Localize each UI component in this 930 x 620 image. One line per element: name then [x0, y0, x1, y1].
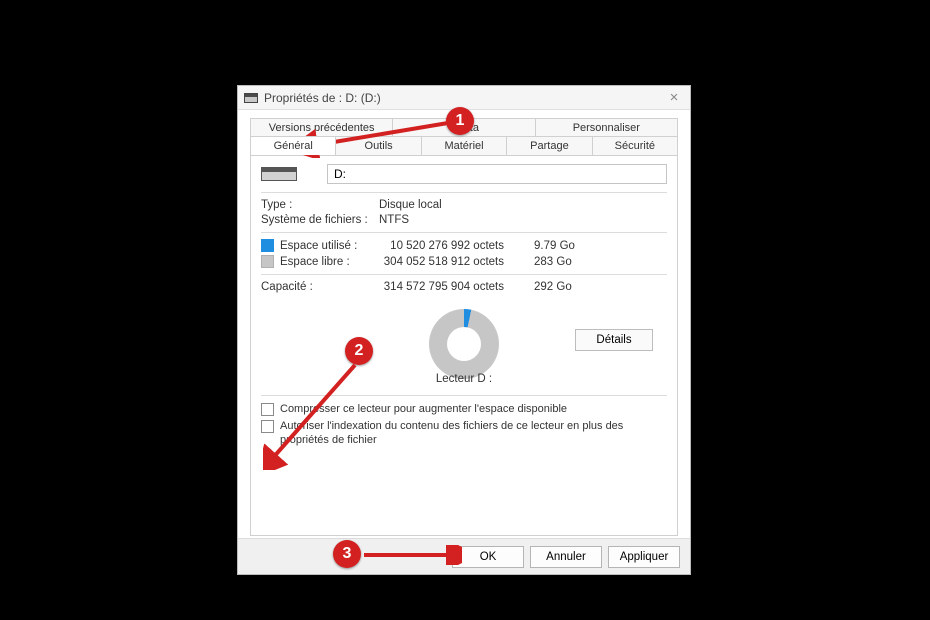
usage-pie-chart	[429, 309, 499, 379]
tab-sharing[interactable]: Partage	[507, 136, 592, 155]
tab-general[interactable]: Général	[250, 136, 336, 155]
type-value: Disque local	[379, 199, 442, 211]
free-bytes: 304 052 518 912 octets	[379, 256, 534, 268]
used-bytes: 10 520 276 992 octets	[379, 240, 534, 252]
drive-name-input[interactable]	[327, 164, 667, 184]
titlebar: Propriétés de : D: (D:) ×	[238, 86, 690, 110]
cancel-button[interactable]: Annuler	[530, 546, 602, 568]
used-swatch-icon	[261, 239, 274, 252]
free-human: 283 Go	[534, 256, 594, 268]
tab-hardware[interactable]: Matériel	[422, 136, 507, 155]
window-title: Propriétés de : D: (D:)	[264, 91, 381, 105]
tab-tools[interactable]: Outils	[336, 136, 421, 155]
drive-letter-label: Lecteur D :	[436, 373, 492, 385]
tab-quota[interactable]: Quota	[393, 118, 535, 137]
free-swatch-icon	[261, 255, 274, 268]
tab-customize[interactable]: Personnaliser	[536, 118, 678, 137]
details-button[interactable]: Détails	[575, 329, 653, 351]
index-label: Autoriser l'indexation du contenu des fi…	[280, 419, 667, 447]
tab-strip: Versions précédentes Quota Personnaliser…	[250, 118, 678, 155]
filesystem-label: Système de fichiers :	[261, 214, 379, 226]
close-icon[interactable]: ×	[664, 89, 684, 106]
compress-checkbox[interactable]	[261, 403, 274, 416]
tab-previous-versions[interactable]: Versions précédentes	[250, 118, 393, 137]
free-label: Espace libre :	[280, 256, 379, 268]
tab-panel-general: Type : Disque local Système de fichiers …	[250, 155, 678, 536]
compress-label: Compresser ce lecteur pour augmenter l'e…	[280, 402, 567, 416]
apply-button[interactable]: Appliquer	[608, 546, 680, 568]
used-label: Espace utilisé :	[280, 240, 379, 252]
drive-large-icon	[261, 167, 297, 181]
type-label: Type :	[261, 199, 379, 211]
dialog-footer: OK Annuler Appliquer	[238, 538, 690, 574]
capacity-label: Capacité :	[261, 281, 379, 293]
capacity-bytes: 314 572 795 904 octets	[379, 281, 534, 293]
capacity-human: 292 Go	[534, 281, 594, 293]
filesystem-value: NTFS	[379, 214, 409, 226]
tab-security[interactable]: Sécurité	[593, 136, 678, 155]
used-human: 9.79 Go	[534, 240, 594, 252]
ok-button[interactable]: OK	[452, 546, 524, 568]
drive-icon	[244, 93, 258, 103]
properties-dialog: Propriétés de : D: (D:) × Versions précé…	[237, 85, 691, 575]
index-checkbox[interactable]	[261, 420, 274, 433]
